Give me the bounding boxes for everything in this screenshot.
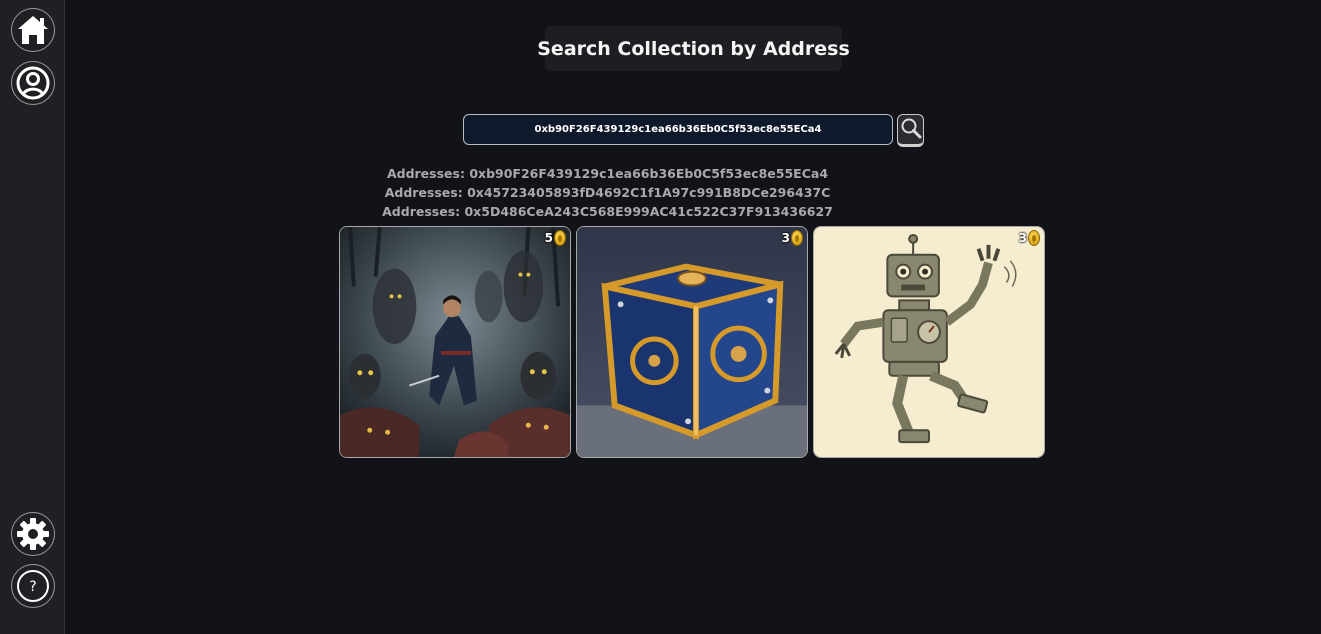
nft-image-dark-fantasy: [340, 227, 570, 457]
profile-button[interactable]: [11, 61, 55, 105]
search-button[interactable]: [897, 114, 924, 147]
token-count-badge: 5: [545, 230, 566, 246]
nft-card[interactable]: 3: [813, 226, 1045, 458]
token-count-badge: 3: [1019, 230, 1040, 246]
help-button[interactable]: ?: [11, 564, 55, 608]
page-title: Search Collection by Address: [537, 26, 850, 71]
nft-image-ornate-cube: [577, 227, 807, 457]
sidebar: ?: [0, 0, 65, 634]
home-icon: [18, 16, 48, 44]
svg-text:?: ?: [29, 579, 36, 595]
token-count: 5: [544, 231, 553, 245]
settings-button[interactable]: [11, 512, 55, 556]
coin-icon: [791, 230, 803, 246]
nft-image-dancing-robot: [814, 227, 1044, 457]
home-button[interactable]: [11, 8, 55, 52]
coin-icon: [1028, 230, 1040, 246]
address-line: Addresses: 0xb90F26F439129c1ea66b36Eb0C5…: [386, 166, 829, 181]
token-count: 3: [1018, 231, 1027, 245]
collection-grid: 5 3 3: [339, 226, 1045, 458]
token-count: 3: [781, 231, 790, 245]
address-list: Addresses: 0xb90F26F439129c1ea66b36Eb0C5…: [0, 164, 1235, 221]
gear-icon: [17, 518, 49, 550]
help-icon: ?: [17, 570, 49, 602]
token-count-badge: 3: [782, 230, 803, 246]
main-content: Search Collection by Address Addresses: …: [66, 0, 1321, 634]
address-search-input[interactable]: [463, 114, 893, 145]
address-line: Addresses: 0x45723405893fD4692C1f1A97c99…: [384, 185, 831, 200]
search-icon: [901, 118, 921, 139]
nft-card[interactable]: 5: [339, 226, 571, 458]
coin-icon: [554, 230, 566, 246]
nft-card[interactable]: 3: [576, 226, 808, 458]
user-profile-icon: [16, 66, 50, 100]
address-line: Addresses: 0x5D486CeA243C568E999AC41c522…: [382, 204, 833, 219]
